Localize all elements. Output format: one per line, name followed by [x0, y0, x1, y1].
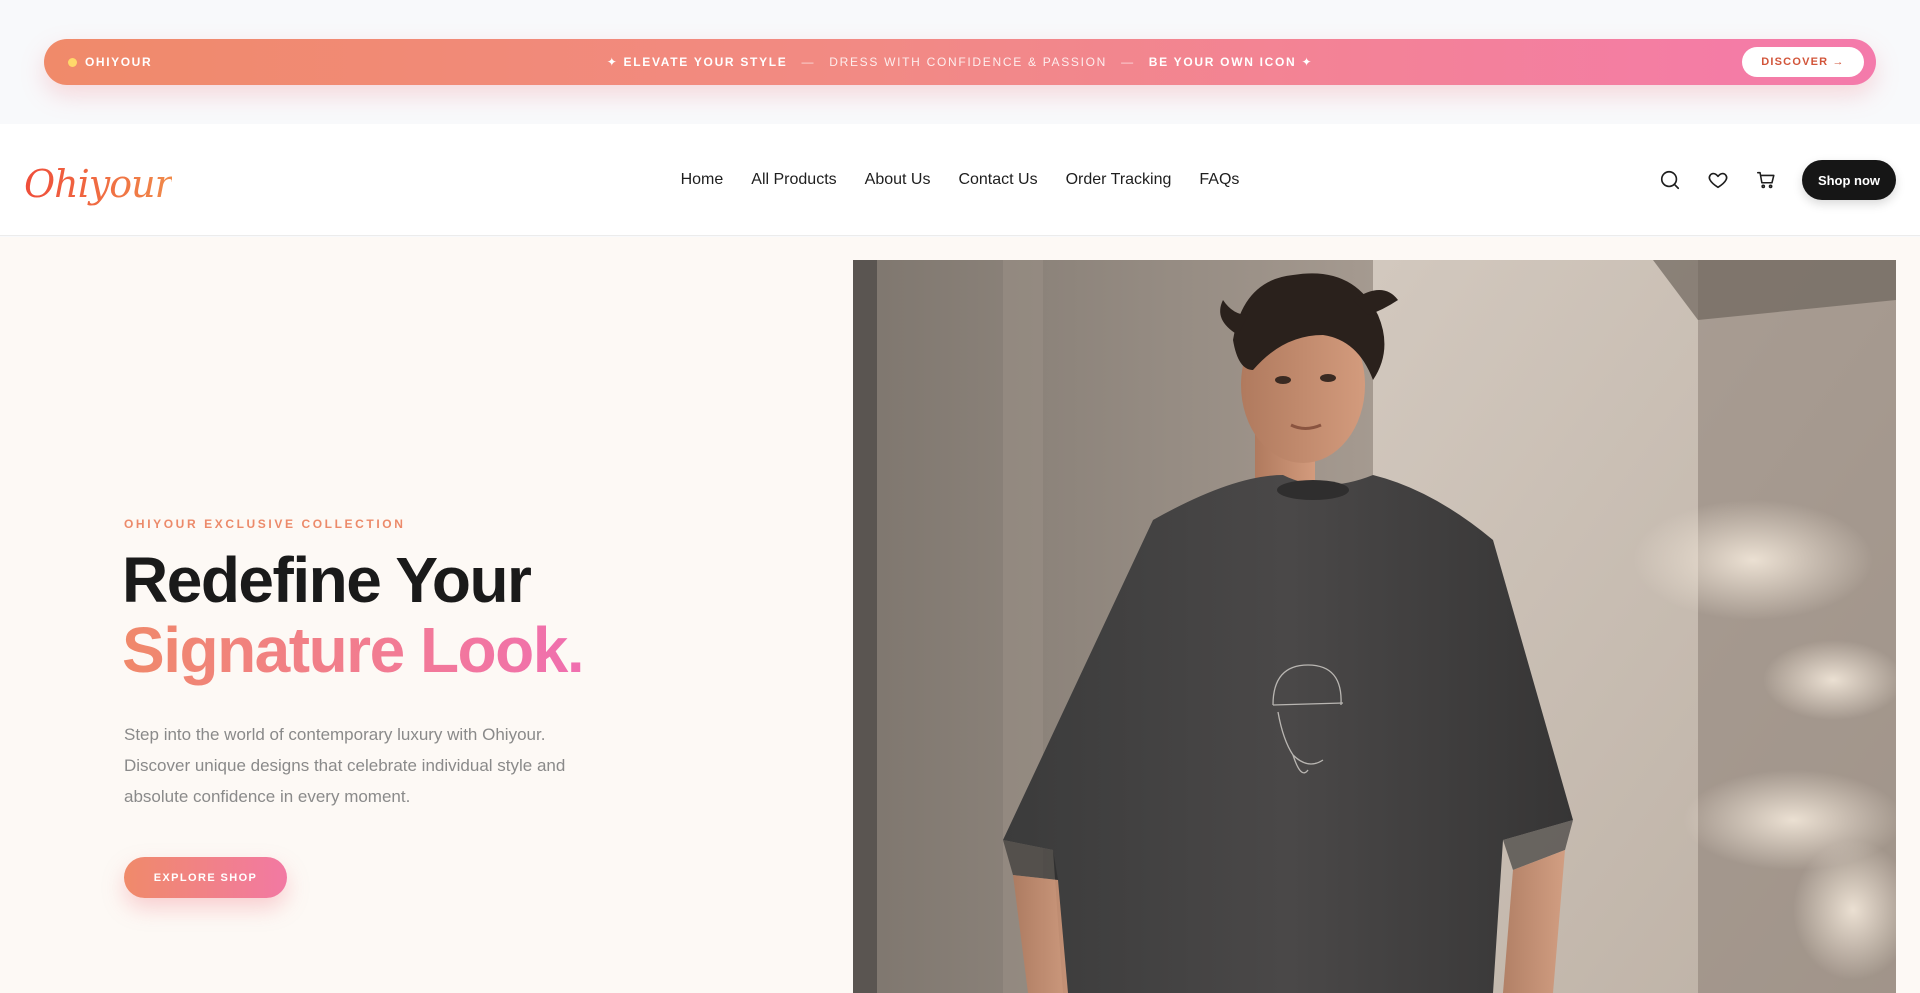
hero-headline-line2: Signature Look. — [122, 614, 585, 686]
hero-image — [853, 260, 1896, 993]
hero-headline-line1: Redefine Your — [122, 544, 532, 616]
nav-all-products[interactable]: All Products — [751, 171, 836, 189]
heart-icon[interactable] — [1706, 168, 1730, 192]
hero-eyebrow: OHIYOUR EXCLUSIVE COLLECTION — [124, 517, 406, 531]
hero-description: Step into the world of contemporary luxu… — [124, 725, 566, 806]
nav-contact-us[interactable]: Contact Us — [958, 171, 1037, 189]
announcement-message-3: BE YOUR OWN ICON ✦ — [1148, 55, 1314, 69]
hero-model-photo — [853, 260, 1896, 993]
header-actions: Shop now — [1658, 124, 1896, 236]
site-header: Ohiyour Home All Products About Us Conta… — [0, 124, 1920, 236]
hero-headline: Redefine Your Signature Look. — [122, 544, 585, 686]
search-icon[interactable] — [1658, 168, 1682, 192]
shop-now-button[interactable]: Shop now — [1802, 160, 1896, 200]
announcement-bar: OHIYOUR ✦ ELEVATE YOUR STYLE — DRESS WIT… — [44, 39, 1876, 85]
discover-button[interactable]: DISCOVER → — [1742, 47, 1864, 77]
nav-faqs[interactable]: FAQs — [1199, 171, 1239, 189]
announcement-separator: — — [1121, 55, 1135, 69]
main-nav: Home All Products About Us Contact Us Or… — [0, 124, 1920, 236]
nav-about-us[interactable]: About Us — [865, 171, 931, 189]
cart-icon[interactable] — [1754, 168, 1778, 192]
announcement-message-2: DRESS WITH CONFIDENCE & PASSION — [829, 55, 1108, 69]
nav-order-tracking[interactable]: Order Tracking — [1066, 171, 1172, 189]
hero-section: OHIYOUR EXCLUSIVE COLLECTION Redefine Yo… — [0, 237, 1920, 993]
nav-home[interactable]: Home — [681, 171, 724, 189]
announcement-message-1: ✦ ELEVATE YOUR STYLE — [606, 55, 788, 69]
announcement-bar-wrapper: OHIYOUR ✦ ELEVATE YOUR STYLE — DRESS WIT… — [0, 0, 1920, 124]
announcement-separator: — — [801, 55, 816, 69]
announcement-messages: ✦ ELEVATE YOUR STYLE — DRESS WITH CONFID… — [44, 39, 1876, 85]
explore-shop-button[interactable]: EXPLORE SHOP — [124, 857, 287, 898]
